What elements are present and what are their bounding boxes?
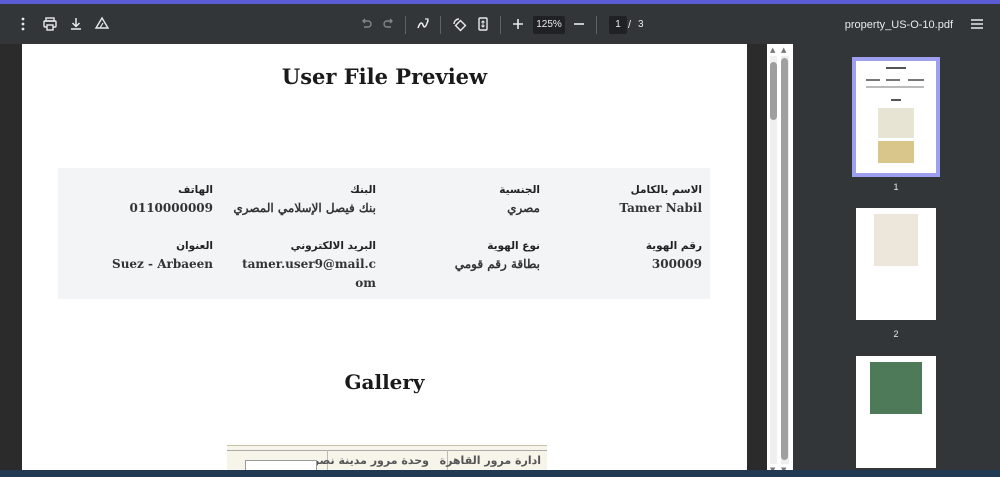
menu-icon[interactable] bbox=[968, 15, 986, 33]
field-value: مصري bbox=[507, 201, 540, 215]
field-label: البنك bbox=[350, 184, 376, 196]
page-separator: / bbox=[628, 19, 632, 31]
download-icon[interactable] bbox=[67, 15, 85, 33]
scroll-up-icon[interactable]: ▲ bbox=[781, 46, 786, 54]
field-label: الاسم بالكامل bbox=[630, 184, 702, 196]
zoom-level-input[interactable]: 125% bbox=[533, 16, 565, 34]
thumb-image bbox=[878, 141, 914, 163]
document-viewer[interactable]: User File Preview الاسم بالكامل Tamer Na… bbox=[0, 44, 767, 477]
thumb-text-line bbox=[891, 99, 901, 101]
thumb-image bbox=[874, 214, 918, 266]
thumb-text-line bbox=[886, 79, 900, 81]
field-label: البريد الالكتروني bbox=[290, 240, 376, 252]
page-total: 3 bbox=[638, 19, 644, 30]
field-value: Suez - Arbaeen bbox=[112, 257, 213, 271]
zoom-in-icon[interactable] bbox=[509, 15, 527, 33]
field-label: الهاتف bbox=[178, 184, 213, 196]
image-rule bbox=[227, 450, 547, 451]
fit-page-icon[interactable] bbox=[474, 15, 492, 33]
field-value: 0110000009 bbox=[129, 201, 214, 215]
toolbar-divider bbox=[405, 16, 406, 34]
field-value: بنك فيصل الإسلامي المصري bbox=[233, 201, 376, 215]
page-number-input[interactable]: 1 bbox=[609, 16, 627, 34]
field-label: نوع الهوية bbox=[487, 240, 540, 252]
page-thumbnail-3[interactable] bbox=[856, 356, 936, 468]
pdf-page: User File Preview الاسم بالكامل Tamer Na… bbox=[22, 44, 747, 477]
thumb-text-line bbox=[866, 79, 880, 81]
undo-icon[interactable] bbox=[357, 15, 375, 33]
redo-icon[interactable] bbox=[380, 15, 398, 33]
field-phone: الهاتف 0110000009 bbox=[73, 184, 214, 218]
gallery-title: Gallery bbox=[344, 370, 425, 394]
drive-icon[interactable] bbox=[93, 15, 111, 33]
field-label: الجنسية bbox=[499, 184, 540, 196]
thumb-image bbox=[878, 108, 914, 138]
image-text: ادارة مرور القاهرة bbox=[439, 454, 541, 467]
field-address: العنوان Suez - Arbaeen bbox=[73, 240, 213, 274]
annotate-icon[interactable] bbox=[414, 15, 432, 33]
field-label: العنوان bbox=[176, 240, 213, 252]
thumb-image bbox=[870, 362, 922, 414]
viewer-left-margin bbox=[0, 44, 22, 477]
more-vert-icon[interactable] bbox=[14, 15, 32, 33]
thumbnail-label: 1 bbox=[893, 182, 899, 192]
vertical-scrollbar[interactable]: ▲ ▲ ▼ ▼ bbox=[767, 44, 793, 477]
print-icon[interactable] bbox=[41, 15, 59, 33]
page-thumbnail-1[interactable] bbox=[852, 57, 940, 177]
field-id-number: رقم الهوية 300009 bbox=[552, 240, 702, 274]
toolbar-divider bbox=[440, 16, 441, 34]
image-text: وحدة مرور مدينة نصر bbox=[312, 454, 429, 467]
field-bank: البنك بنك فيصل الإسلامي المصري bbox=[226, 184, 376, 218]
field-value: بطاقة رقم قومي bbox=[454, 257, 540, 271]
field-value: Tamer Nabil bbox=[619, 201, 702, 215]
pdf-toolbar: 125% 1 / 3 property_US-O-10.pdf bbox=[0, 4, 1000, 44]
scrollbar-thumb[interactable] bbox=[781, 58, 788, 460]
viewer-right-margin bbox=[747, 44, 767, 477]
thumb-text-line bbox=[866, 86, 924, 88]
file-name: property_US-O-10.pdf bbox=[844, 19, 953, 31]
thumb-title-line bbox=[886, 67, 906, 69]
thumbnail-label: 2 bbox=[893, 329, 899, 339]
field-label: رقم الهوية bbox=[645, 240, 702, 252]
toolbar-divider bbox=[596, 16, 597, 34]
page-thumbnail-2[interactable] bbox=[856, 208, 936, 320]
field-nationality: الجنسية مصري bbox=[390, 184, 540, 218]
document-title: User File Preview bbox=[281, 64, 488, 89]
field-value: 300009 bbox=[651, 257, 702, 271]
scrollbar-thumb[interactable] bbox=[770, 62, 777, 120]
field-value: tamer.user9@mail.com bbox=[242, 257, 376, 290]
zoom-out-icon[interactable] bbox=[570, 15, 588, 33]
user-info-panel: الاسم بالكامل Tamer Nabil الجنسية مصري ا… bbox=[58, 168, 710, 299]
scroll-up-icon[interactable]: ▲ bbox=[770, 46, 775, 54]
field-email: البريد الالكتروني tamer.user9@mail.com bbox=[236, 240, 376, 293]
thumbnail-sidebar: 1 2 bbox=[793, 44, 1000, 477]
field-full-name: الاسم بالكامل Tamer Nabil bbox=[552, 184, 702, 218]
rotate-icon[interactable] bbox=[450, 15, 468, 33]
bottom-edge bbox=[0, 470, 1000, 477]
field-id-type: نوع الهوية بطاقة رقم قومي bbox=[390, 240, 540, 274]
toolbar-divider bbox=[500, 16, 501, 34]
thumb-text-line bbox=[908, 79, 924, 81]
